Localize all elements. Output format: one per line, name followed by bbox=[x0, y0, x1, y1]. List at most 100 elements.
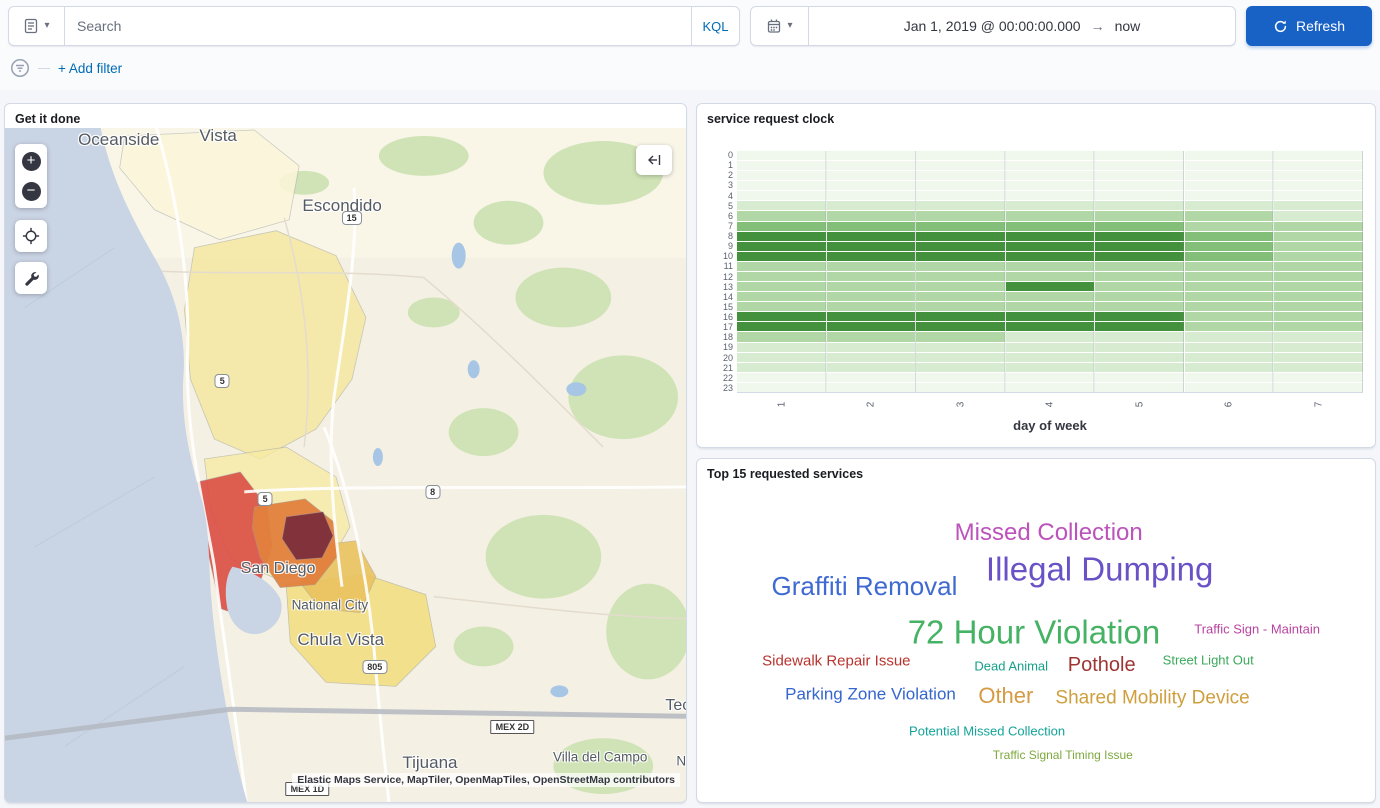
heatmap-cell[interactable] bbox=[916, 363, 1005, 372]
heatmap-cell[interactable] bbox=[1185, 312, 1274, 321]
draw-tools-button[interactable] bbox=[15, 262, 47, 294]
heatmap-cell[interactable] bbox=[1095, 151, 1184, 160]
heatmap-cell[interactable] bbox=[737, 181, 826, 190]
heatmap-cell[interactable] bbox=[827, 252, 916, 261]
heatmap-cell[interactable] bbox=[1185, 292, 1274, 301]
heatmap-cell[interactable] bbox=[827, 211, 916, 220]
tagcloud-word[interactable]: 72 Hour Violation bbox=[908, 616, 1161, 649]
heatmap-cell[interactable] bbox=[1185, 353, 1274, 362]
heatmap-cell[interactable] bbox=[827, 191, 916, 200]
heatmap-cell[interactable] bbox=[1095, 211, 1184, 220]
heatmap-cell[interactable] bbox=[916, 322, 1005, 331]
heatmap-cell[interactable] bbox=[737, 191, 826, 200]
heatmap-cell[interactable] bbox=[827, 282, 916, 291]
heatmap-cell[interactable] bbox=[737, 353, 826, 362]
heatmap-cell[interactable] bbox=[1006, 252, 1095, 261]
tagcloud-word[interactable]: Graffiti Removal bbox=[772, 573, 958, 599]
heatmap-cell[interactable] bbox=[827, 383, 916, 392]
heatmap-cell[interactable] bbox=[737, 322, 826, 331]
heatmap-cell[interactable] bbox=[916, 312, 1005, 321]
heatmap-cell[interactable] bbox=[1006, 373, 1095, 382]
heatmap-cell[interactable] bbox=[1095, 222, 1184, 231]
heatmap-cell[interactable] bbox=[827, 353, 916, 362]
heatmap-cell[interactable] bbox=[1095, 383, 1184, 392]
heatmap-cell[interactable] bbox=[1185, 302, 1274, 311]
query-language-button[interactable]: KQL bbox=[691, 7, 739, 45]
heatmap-cell[interactable] bbox=[916, 181, 1005, 190]
heatmap-cell[interactable] bbox=[916, 232, 1005, 241]
heatmap-cell[interactable] bbox=[1274, 272, 1363, 281]
heatmap-cell[interactable] bbox=[1274, 171, 1363, 180]
date-range-end[interactable]: now bbox=[1115, 18, 1141, 34]
heatmap-cell[interactable] bbox=[1274, 211, 1363, 220]
map-canvas[interactable]: OceansideVistaEscondidoSan DiegoNational… bbox=[5, 128, 686, 802]
heatmap-cell[interactable] bbox=[1006, 151, 1095, 160]
heatmap-cell[interactable] bbox=[1274, 312, 1363, 321]
heatmap-cell[interactable] bbox=[1095, 201, 1184, 210]
date-range-start[interactable]: Jan 1, 2019 @ 00:00:00.000 bbox=[904, 18, 1081, 34]
heatmap-cell[interactable] bbox=[1185, 252, 1274, 261]
heatmap-cell[interactable] bbox=[1185, 232, 1274, 241]
tagcloud-word[interactable]: Shared Mobility Device bbox=[1055, 689, 1249, 708]
tagcloud-word[interactable]: Missed Collection bbox=[955, 521, 1143, 545]
heatmap-cell[interactable] bbox=[916, 353, 1005, 362]
heatmap-cell[interactable] bbox=[737, 343, 826, 352]
heatmap-cell[interactable] bbox=[1095, 181, 1184, 190]
heatmap-cell[interactable] bbox=[916, 383, 1005, 392]
heatmap-cell[interactable] bbox=[1006, 272, 1095, 281]
heatmap-cell[interactable] bbox=[916, 151, 1005, 160]
date-range[interactable]: Jan 1, 2019 @ 00:00:00.000 → now bbox=[809, 7, 1235, 45]
heatmap-cell[interactable] bbox=[827, 302, 916, 311]
heatmap-cell[interactable] bbox=[1274, 383, 1363, 392]
tagcloud-word[interactable]: Dead Animal bbox=[974, 659, 1048, 672]
zoom-in-button[interactable]: + bbox=[15, 146, 47, 176]
heatmap-cell[interactable] bbox=[827, 332, 916, 341]
heatmap-cell[interactable] bbox=[827, 322, 916, 331]
filter-icon[interactable] bbox=[10, 58, 30, 78]
heatmap-cell[interactable] bbox=[1006, 211, 1095, 220]
tagcloud-word[interactable]: Sidewalk Repair Issue bbox=[762, 653, 910, 668]
heatmap-cell[interactable] bbox=[1185, 322, 1274, 331]
heatmap-cell[interactable] bbox=[827, 201, 916, 210]
heatmap-cell[interactable] bbox=[1274, 222, 1363, 231]
heatmap-cell[interactable] bbox=[1185, 171, 1274, 180]
heatmap-cell[interactable] bbox=[737, 332, 826, 341]
heatmap-cell[interactable] bbox=[1095, 282, 1184, 291]
heatmap-cell[interactable] bbox=[916, 161, 1005, 170]
heatmap-cell[interactable] bbox=[1006, 312, 1095, 321]
heatmap-cell[interactable] bbox=[827, 262, 916, 271]
heatmap-cell[interactable] bbox=[737, 201, 826, 210]
heatmap-cell[interactable] bbox=[916, 222, 1005, 231]
heatmap-cell[interactable] bbox=[827, 232, 916, 241]
heatmap-cell[interactable] bbox=[1006, 191, 1095, 200]
heatmap-cell[interactable] bbox=[827, 242, 916, 251]
heatmap-cell[interactable] bbox=[1006, 232, 1095, 241]
heatmap-cell[interactable] bbox=[1274, 332, 1363, 341]
heatmap-cell[interactable] bbox=[1095, 363, 1184, 372]
heatmap-cell[interactable] bbox=[827, 343, 916, 352]
heatmap-cell[interactable] bbox=[1185, 332, 1274, 341]
heatmap-cell[interactable] bbox=[916, 332, 1005, 341]
map-attribution[interactable]: Elastic Maps Service, MapTiler, OpenMapT… bbox=[292, 773, 680, 787]
tagcloud-word[interactable]: Traffic Sign - Maintain bbox=[1194, 623, 1320, 636]
tagcloud-word[interactable]: Parking Zone Violation bbox=[785, 686, 956, 703]
heatmap-cell[interactable] bbox=[916, 242, 1005, 251]
heatmap-cell[interactable] bbox=[916, 373, 1005, 382]
heatmap-cell[interactable] bbox=[1006, 242, 1095, 251]
heatmap-cell[interactable] bbox=[1185, 222, 1274, 231]
heatmap-cell[interactable] bbox=[737, 282, 826, 291]
heatmap-cell[interactable] bbox=[737, 292, 826, 301]
heatmap-cell[interactable] bbox=[1006, 322, 1095, 331]
heatmap-cell[interactable] bbox=[1095, 242, 1184, 251]
heatmap-cell[interactable] bbox=[916, 252, 1005, 261]
heatmap-cell[interactable] bbox=[916, 343, 1005, 352]
heatmap-cell[interactable] bbox=[1274, 201, 1363, 210]
add-filter-link[interactable]: + Add filter bbox=[58, 61, 122, 76]
heatmap-cell[interactable] bbox=[1185, 282, 1274, 291]
date-quick-select-button[interactable]: ▾ bbox=[751, 7, 809, 45]
heatmap-cell[interactable] bbox=[827, 161, 916, 170]
heatmap-cell[interactable] bbox=[1185, 181, 1274, 190]
refresh-button[interactable]: Refresh bbox=[1246, 6, 1372, 46]
legend-collapse-button[interactable] bbox=[636, 145, 672, 175]
heatmap-cell[interactable] bbox=[916, 211, 1005, 220]
